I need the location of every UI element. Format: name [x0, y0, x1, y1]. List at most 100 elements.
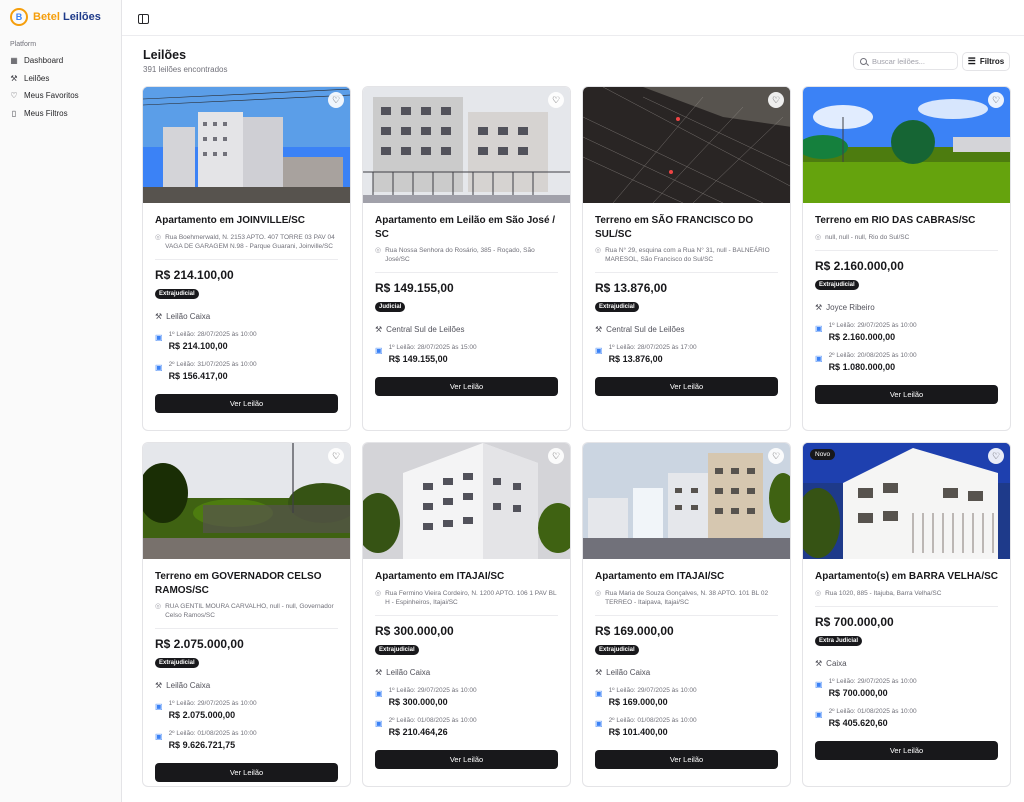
favorite-heart-icon[interactable]: ♡ [768, 92, 784, 108]
round-value: R$ 2.160.000,00 [828, 331, 896, 342]
card-title[interactable]: Apartamento em ITAJAI/SC [595, 570, 778, 584]
auction-grid: ♡ Apartamento em JOINVILLE/SC ◎ Rua Boehm… [142, 86, 1011, 787]
auction-type-badge: Extrajudicial [155, 288, 199, 299]
page-title: Leilões [143, 48, 187, 62]
card-title[interactable]: Apartamento em Leilão em São José / SC [375, 214, 558, 241]
address: ◎ Rua Nossa Senhora do Rosário, 385 - Roç… [375, 246, 558, 264]
gavel-icon: ⚒ [155, 311, 163, 321]
search-icon [860, 57, 867, 65]
map-pin-icon: ◎ [375, 589, 382, 597]
auction-round: ▣ 2º Leilão: 31/07/2025 às 10:00 R$ 156.41… [155, 361, 338, 381]
card-title[interactable]: Terreno em SÃO FRANCISCO DO SUL/SC [595, 214, 778, 241]
card-title[interactable]: Apartamento em ITAJAI/SC [375, 570, 558, 584]
view-auction-button[interactable]: Ver Leilão [815, 740, 998, 760]
favorite-heart-icon[interactable]: ♡ [328, 448, 344, 464]
property-photo[interactable]: ♡ [583, 87, 790, 203]
round-date: 2º Leilão: 01/08/2025 às 10:00 [828, 707, 917, 715]
address-text: RUA GENTIL MOURA CARVALHO, null - null, … [165, 603, 334, 619]
card-title[interactable]: Terreno em GOVERNADOR CELSO RAMOS/SC [155, 570, 338, 597]
favorite-heart-icon[interactable]: ♡ [548, 448, 564, 464]
favorite-heart-icon[interactable]: ♡ [328, 92, 344, 108]
auction-round: ▣ 1º Leilão: 28/07/2025 às 10:00 R$ 214.10… [155, 331, 338, 351]
calendar-icon: ▣ [375, 718, 383, 728]
address: ◎ Rua N° 29, esquina com a Rua N° 31, nul… [595, 246, 778, 264]
auctioneer: ⚒ Leilão Caixa [155, 681, 338, 690]
sidebar-item-leiloes[interactable]: ⚒ Leilões [0, 70, 121, 88]
map-pin-icon: ◎ [595, 589, 602, 597]
card-title[interactable]: Apartamento em JOINVILLE/SC [155, 214, 338, 228]
auction-type-badge: Judicial [375, 302, 406, 312]
round-date: 1º Leilão: 28/07/2025 às 15:00 [388, 344, 477, 351]
auction-type-badge: Extrajudicial [815, 279, 859, 290]
view-auction-button[interactable]: Ver Leilão [595, 377, 778, 396]
view-auction-button[interactable]: Ver Leilão [375, 749, 558, 769]
nav-section-label: Platform [10, 41, 37, 48]
sidebar-toggle-icon[interactable] [138, 14, 149, 24]
sidebar-item-filtros[interactable]: ▯ Meus Filtros [0, 105, 121, 123]
view-auction-button[interactable]: Ver Leilão [155, 393, 338, 413]
calendar-icon: ▣ [375, 688, 383, 698]
round-date: 1º Leilão: 29/07/2025 às 10:00 [388, 686, 477, 694]
property-photo[interactable]: ♡ [363, 443, 570, 559]
new-badge: Novo [810, 449, 836, 460]
favorite-heart-icon[interactable]: ♡ [988, 448, 1004, 464]
round-value: R$ 214.100,00 [168, 340, 228, 351]
view-auction-button[interactable]: Ver Leilão [815, 384, 998, 404]
view-auction-button[interactable]: Ver Leilão [375, 377, 558, 396]
auctioneer: ⚒ Leilão Caixa [375, 668, 558, 677]
price: R$ 169.000,00 [595, 623, 674, 638]
sidebar-item-label: Meus Filtros [24, 108, 68, 118]
auction-type-badge: Extrajudicial [375, 644, 419, 655]
property-photo[interactable]: ♡ [803, 87, 1010, 203]
round-value: R$ 9.626.721,75 [168, 740, 236, 750]
auctioneer-name: Leilão Caixa [386, 667, 431, 677]
card-title[interactable]: Terreno em RIO DAS CABRAS/SC [815, 214, 998, 228]
property-photo[interactable]: ♡ [143, 443, 350, 559]
round-value: R$ 13.876,00 [608, 354, 663, 364]
price: R$ 300.000,00 [375, 623, 454, 638]
property-photo[interactable]: ♡ [143, 87, 350, 203]
sidebar-item-favoritos[interactable]: ♡ Meus Favoritos [0, 87, 121, 105]
price: R$ 214.100,00 [155, 267, 234, 282]
price: R$ 13.876,00 [595, 281, 668, 295]
map-pin-icon: ◎ [815, 233, 822, 241]
divider [595, 614, 778, 616]
auction-type-badge: Extra Judicial [815, 635, 863, 646]
property-photo[interactable]: ♡ [363, 87, 570, 203]
favorite-heart-icon[interactable]: ♡ [548, 92, 564, 108]
auction-type-badge: Extrajudicial [595, 644, 639, 655]
auction-round: ▣ 2º Leilão: 01/08/2025 às 10:00 R$ 101.40… [595, 717, 778, 737]
search-box[interactable] [853, 52, 958, 70]
favorite-heart-icon[interactable]: ♡ [768, 448, 784, 464]
card-title[interactable]: Apartamento(s) em BARRA VELHA/SC [815, 570, 998, 584]
property-photo[interactable]: Novo ♡ [803, 443, 1010, 559]
auction-card: ♡ Apartamento em ITAJAI/SC ◎ Rua Maria de… [582, 442, 791, 787]
gavel-icon: ⚒ [815, 658, 823, 668]
round-value: R$ 300.000,00 [388, 696, 448, 707]
round-date: 1º Leilão: 29/07/2025 às 10:00 [828, 321, 917, 329]
search-input[interactable] [872, 56, 954, 66]
address: ◎ Rua 1020, 885 - Itajuba, Barra Velha/SC [815, 589, 998, 598]
brand[interactable]: B Betel Leilões [0, 0, 121, 34]
view-auction-button[interactable]: Ver Leilão [155, 763, 338, 782]
gavel-icon: ⚒ [155, 681, 163, 690]
price: R$ 700.000,00 [815, 614, 894, 629]
view-auction-button[interactable]: Ver Leilão [595, 749, 778, 769]
auction-card: ♡ Apartamento em Leilão em São José / SC… [362, 86, 571, 431]
filters-button[interactable]: ☰ Filtros [962, 52, 1010, 71]
gavel-icon: ⚒ [375, 667, 383, 677]
round-value: R$ 700.000,00 [828, 687, 888, 698]
favorite-heart-icon[interactable]: ♡ [988, 92, 1004, 108]
grid-icon: ▦ [10, 56, 18, 66]
calendar-icon: ▣ [155, 732, 163, 741]
round-value: R$ 2.075.000,00 [168, 710, 236, 720]
auctioneer-name: Leilão Caixa [166, 681, 211, 690]
map-pin-icon: ◎ [375, 247, 382, 254]
calendar-icon: ▣ [375, 346, 383, 355]
property-photo[interactable]: ♡ [583, 443, 790, 559]
address: ◎ RUA GENTIL MOURA CARVALHO, null - null,… [155, 602, 338, 620]
divider [595, 272, 778, 273]
sidebar-item-dashboard[interactable]: ▦ Dashboard [0, 52, 121, 70]
calendar-icon: ▣ [595, 346, 603, 355]
auctioneer-name: Central Sul de Leilões [386, 325, 465, 334]
